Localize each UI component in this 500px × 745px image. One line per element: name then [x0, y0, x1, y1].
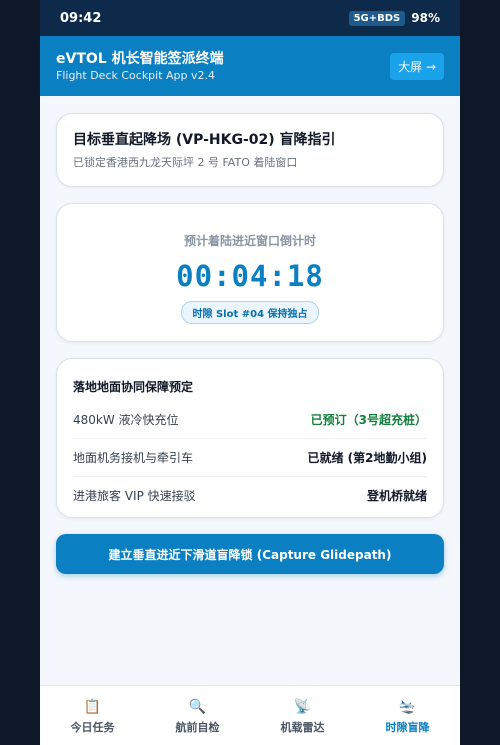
target-vertiport-card: 目标垂直起降场 (VP-HKG-02) 盲降指引 已锁定香港西九龙天际坪 2 号… — [56, 113, 444, 187]
tab-today-tasks[interactable]: 📋 今日任务 — [40, 686, 145, 745]
ground-support-card: 落地地面协同保障预定 480kW 液冷快充位 已预订（3号超充桩） 地面机务接机… — [56, 358, 444, 518]
booking-row-value: 登机桥就绪 — [366, 489, 427, 503]
status-indicators: 5G+BDS 98% — [348, 10, 440, 26]
network-badge: 5G+BDS — [348, 10, 406, 26]
capture-glidepath-button[interactable]: 建立垂直进近下滑道盲降锁 (Capture Glidepath) — [56, 534, 444, 574]
battery-level: 98% — [411, 11, 440, 25]
landing-plane-icon: 🛬 — [398, 698, 417, 715]
tab-label: 时隙盲降 — [385, 720, 430, 734]
target-title: 目标垂直起降场 (VP-HKG-02) 盲降指引 — [73, 132, 336, 148]
countdown-timer: 00:04:18 — [176, 259, 324, 293]
tab-label: 航前自检 — [175, 720, 220, 734]
app-header: eVTOL 机长智能签派终端 Flight Deck Cockpit App v… — [40, 36, 460, 96]
countdown-label: 预计着陆进近窗口倒计时 — [183, 234, 316, 248]
booking-row-label: 地面机务接机与牵引车 — [73, 451, 194, 465]
booking-row-vip-transfer: 进港旅客 VIP 快速接驳 登机桥就绪 — [73, 477, 427, 514]
slot-badge: 时隙 Slot #04 保持独占 — [181, 301, 319, 324]
tab-label: 今日任务 — [70, 720, 115, 734]
magnifier-icon: 🔍 — [188, 698, 207, 715]
clipboard-icon: 📋 — [83, 698, 102, 715]
app-subtitle: Flight Deck Cockpit App v2.4 — [56, 68, 216, 82]
target-subtitle: 已锁定香港西九龙天际坪 2 号 FATO 着陆窗口 — [73, 156, 298, 169]
tab-preflight-check[interactable]: 🔍 航前自检 — [145, 686, 250, 745]
booking-row-label: 480kW 液冷快充位 — [73, 413, 179, 427]
app-title-block: eVTOL 机长智能签派终端 Flight Deck Cockpit App v… — [56, 50, 224, 83]
status-time: 09:42 — [60, 10, 102, 26]
booking-row-ground-crew: 地面机务接机与牵引车 已就绪 (第2地勤小组) — [73, 439, 427, 477]
booking-row-charging: 480kW 液冷快充位 已预订（3号超充桩） — [73, 401, 427, 439]
bottom-tab-bar: 📋 今日任务 🔍 航前自检 📡 机载雷达 🛬 时隙盲降 — [40, 685, 460, 745]
status-bar: 09:42 5G+BDS 98% — [40, 0, 460, 36]
tab-slot-landing[interactable]: 🛬 时隙盲降 — [355, 686, 460, 745]
app-title: eVTOL 机长智能签派终端 — [56, 50, 224, 67]
phone-screen: 09:42 5G+BDS 98% eVTOL 机长智能签派终端 Flight D… — [40, 0, 460, 745]
booking-row-value: 已就绪 (第2地勤小组) — [307, 451, 428, 465]
radar-icon: 📡 — [293, 698, 312, 715]
ground-support-title: 落地地面协同保障预定 — [73, 380, 194, 394]
countdown-card: 预计着陆进近窗口倒计时 00:04:18 时隙 Slot #04 保持独占 — [56, 203, 444, 342]
booking-row-label: 进港旅客 VIP 快速接驳 — [73, 489, 196, 503]
big-screen-button[interactable]: 大屏 → — [390, 52, 444, 80]
booking-row-value: 已预订（3号超充桩） — [310, 413, 427, 427]
tab-label: 机载雷达 — [280, 720, 325, 734]
tab-onboard-radar[interactable]: 📡 机载雷达 — [250, 686, 355, 745]
